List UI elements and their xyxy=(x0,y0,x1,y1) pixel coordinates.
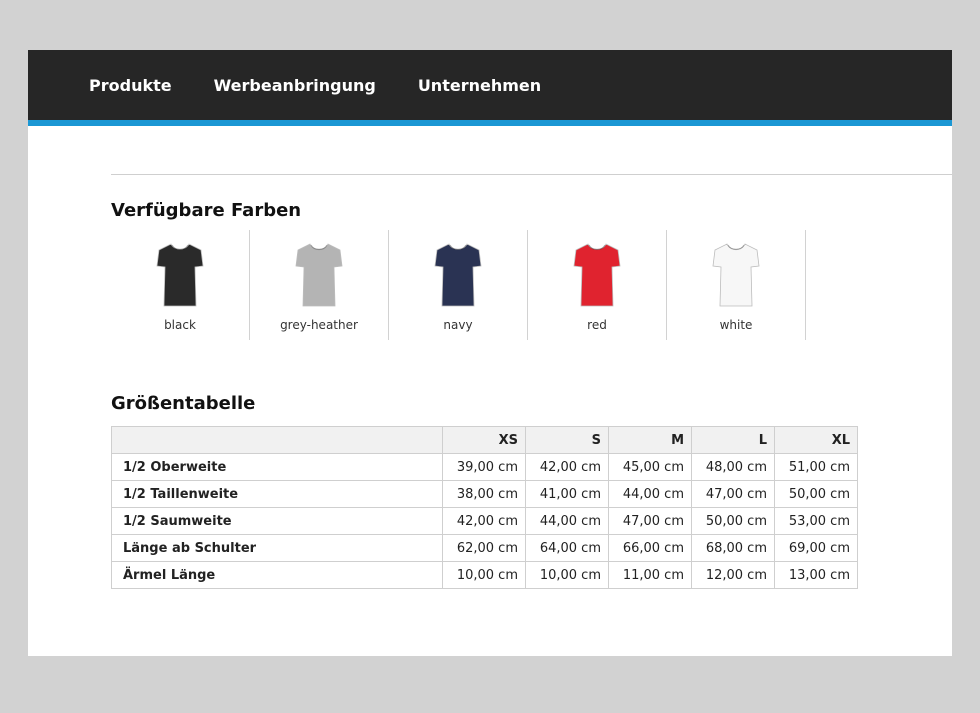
table-header-cell: S xyxy=(525,426,609,454)
tshirt-icon xyxy=(434,243,482,307)
color-swatch-white[interactable]: white xyxy=(667,230,806,340)
table-row: Ärmel Länge 10,00 cm 10,00 cm 11,00 cm 1… xyxy=(111,561,858,589)
color-swatch-grey-heather[interactable]: grey-heather xyxy=(250,230,389,340)
swatch-label: black xyxy=(164,318,196,332)
size-table: XS S M L XL 1/2 Oberweite 39,00 cm 42,00… xyxy=(111,426,858,589)
colors-title: Verfügbare Farben xyxy=(111,200,302,221)
row-label: 1/2 Saumweite xyxy=(111,507,443,535)
row-label: 1/2 Taillenweite xyxy=(111,480,443,508)
nav-item-unternehmen[interactable]: Unternehmen xyxy=(418,76,541,95)
table-cell: 10,00 cm xyxy=(442,561,526,589)
color-swatch-red[interactable]: red xyxy=(528,230,667,340)
table-cell: 51,00 cm xyxy=(774,453,858,481)
table-cell: 62,00 cm xyxy=(442,534,526,562)
table-cell: 47,00 cm xyxy=(691,480,775,508)
table-cell: 39,00 cm xyxy=(442,453,526,481)
main-nav: Produkte Werbeanbringung Unternehmen xyxy=(28,50,952,126)
table-cell: 42,00 cm xyxy=(525,453,609,481)
table-header-cell xyxy=(111,426,443,454)
tshirt-icon xyxy=(573,243,621,307)
table-cell: 47,00 cm xyxy=(608,507,692,535)
table-cell: 64,00 cm xyxy=(525,534,609,562)
table-row: Länge ab Schulter 62,00 cm 64,00 cm 66,0… xyxy=(111,534,858,562)
color-swatch-navy[interactable]: navy xyxy=(389,230,528,340)
table-row: 1/2 Taillenweite 38,00 cm 41,00 cm 44,00… xyxy=(111,480,858,508)
color-swatch-list: black grey-heather navy red white xyxy=(111,230,806,340)
table-cell: 42,00 cm xyxy=(442,507,526,535)
row-label: Ärmel Länge xyxy=(111,561,443,589)
row-label: 1/2 Oberweite xyxy=(111,453,443,481)
page-frame: Produkte Werbeanbringung Unternehmen Ver… xyxy=(28,50,952,656)
table-cell: 50,00 cm xyxy=(691,507,775,535)
tshirt-icon xyxy=(712,243,760,307)
table-row: 1/2 Oberweite 39,00 cm 42,00 cm 45,00 cm… xyxy=(111,453,858,481)
swatch-label: navy xyxy=(443,318,473,332)
table-header-row: XS S M L XL xyxy=(111,426,858,454)
table-cell: 41,00 cm xyxy=(525,480,609,508)
table-cell: 44,00 cm xyxy=(608,480,692,508)
tshirt-icon xyxy=(156,243,204,307)
nav-item-produkte[interactable]: Produkte xyxy=(89,76,172,95)
table-cell: 44,00 cm xyxy=(525,507,609,535)
table-cell: 68,00 cm xyxy=(691,534,775,562)
table-cell: 48,00 cm xyxy=(691,453,775,481)
table-cell: 45,00 cm xyxy=(608,453,692,481)
table-cell: 53,00 cm xyxy=(774,507,858,535)
table-header-cell: M xyxy=(608,426,692,454)
table-row: 1/2 Saumweite 42,00 cm 44,00 cm 47,00 cm… xyxy=(111,507,858,535)
section-divider xyxy=(111,174,952,175)
table-header-cell: L xyxy=(691,426,775,454)
tshirt-icon xyxy=(295,243,343,307)
swatch-label: grey-heather xyxy=(280,318,358,332)
table-cell: 13,00 cm xyxy=(774,561,858,589)
table-header-cell: XS xyxy=(442,426,526,454)
table-cell: 69,00 cm xyxy=(774,534,858,562)
table-cell: 11,00 cm xyxy=(608,561,692,589)
swatch-label: red xyxy=(587,318,607,332)
size-table-title: Größentabelle xyxy=(111,393,256,414)
swatch-label: white xyxy=(719,318,753,332)
nav-item-werbeanbringung[interactable]: Werbeanbringung xyxy=(214,76,376,95)
color-swatch-black[interactable]: black xyxy=(111,230,250,340)
table-cell: 66,00 cm xyxy=(608,534,692,562)
row-label: Länge ab Schulter xyxy=(111,534,443,562)
table-cell: 50,00 cm xyxy=(774,480,858,508)
table-cell: 12,00 cm xyxy=(691,561,775,589)
table-cell: 38,00 cm xyxy=(442,480,526,508)
table-header-cell: XL xyxy=(774,426,858,454)
table-cell: 10,00 cm xyxy=(525,561,609,589)
